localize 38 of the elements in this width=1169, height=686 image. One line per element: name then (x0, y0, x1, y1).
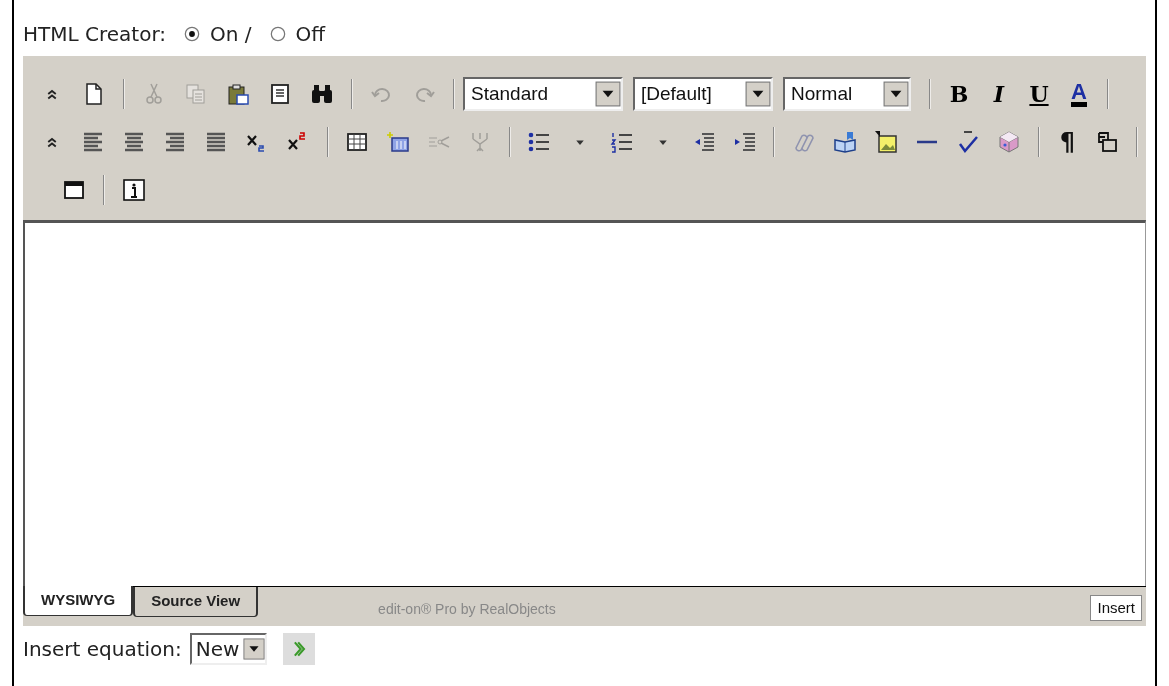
image-icon[interactable] (873, 130, 898, 154)
underline-button[interactable]: U (1029, 77, 1049, 111)
open-book-icon[interactable] (832, 130, 857, 154)
go-button[interactable] (283, 633, 316, 665)
dropdown-value: Normal (790, 81, 854, 106)
field-label: HTML Creator: (23, 21, 166, 48)
paste-icon[interactable] (226, 82, 250, 106)
editor-tab[interactable]: Source View (133, 587, 259, 617)
editor-tab[interactable]: WYSIWYG (23, 586, 134, 616)
indent-icon[interactable] (732, 130, 757, 154)
bullet-list-icon[interactable] (527, 130, 552, 154)
dropdown[interactable]: Normal (783, 77, 911, 111)
radio-button[interactable] (182, 24, 202, 44)
bold-button[interactable]: B (949, 77, 969, 111)
info-icon[interactable] (122, 178, 146, 202)
dropdown[interactable]: Standard (463, 77, 623, 111)
italic-button[interactable]: I (993, 77, 1005, 111)
window-icon[interactable] (62, 178, 86, 202)
radio-label: On / (210, 21, 252, 48)
insert-table-icon[interactable] (386, 130, 411, 154)
pilcrow-button[interactable]: ¶ (1047, 124, 1087, 160)
insert-button[interactable]: Insert (1090, 595, 1142, 621)
document-icon[interactable] (268, 82, 292, 106)
table-icon[interactable] (345, 130, 370, 154)
dropdown[interactable]: New (189, 633, 268, 665)
dropdown-value: [Default] (640, 81, 713, 106)
spellcheck-icon[interactable] (956, 130, 981, 154)
layer-box-icon[interactable] (1095, 130, 1120, 154)
credit-text: edit-on® Pro by RealObjects (378, 600, 557, 619)
font-color-button[interactable]: A (1071, 81, 1087, 107)
cube-icon[interactable] (997, 130, 1022, 154)
numbered-list-icon[interactable] (609, 130, 634, 154)
radio-label: Off (295, 21, 326, 48)
dropdown[interactable]: [Default] (633, 77, 773, 111)
field-label: Insert equation: (23, 636, 182, 663)
dropdown-value: New (194, 636, 241, 663)
binoculars-icon[interactable] (310, 82, 334, 106)
dropdown-value: Standard (470, 81, 550, 106)
